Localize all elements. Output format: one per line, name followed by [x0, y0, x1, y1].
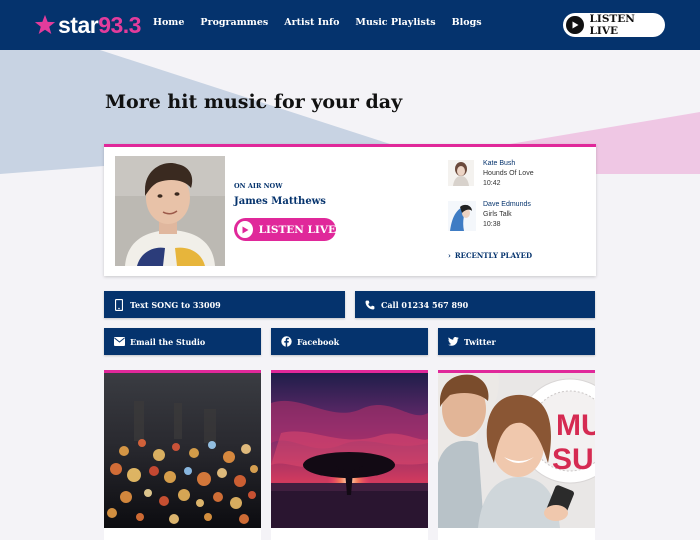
track-title: Hounds Of Love: [483, 170, 534, 177]
track-artist: Kate Bush: [483, 160, 516, 167]
content-card[interactable]: [104, 370, 261, 540]
track-time: 10:38: [483, 221, 501, 228]
facebook-label: Facebook: [297, 336, 340, 347]
listen-live-label: LISTEN LIVE: [589, 13, 635, 37]
album-art: [448, 201, 476, 231]
twitter-button[interactable]: Twitter: [438, 328, 595, 355]
facebook-icon: [279, 335, 293, 349]
card-image-music-survey: MU SUR: [438, 373, 595, 528]
twitter-label: Twitter: [464, 336, 496, 347]
listen-live-button[interactable]: LISTEN LIVE: [563, 13, 665, 37]
card-overlay-text-1: MU: [556, 409, 595, 442]
facebook-button[interactable]: Facebook: [271, 328, 428, 355]
card-overlay-text-2: SUR: [552, 443, 595, 476]
recently-played-label: RECENTLY PLAYED: [454, 251, 533, 260]
star-icon: [34, 14, 56, 34]
phone-icon: [363, 298, 377, 312]
track-artist: Dave Edmunds: [483, 201, 531, 208]
top-navigation: star 93.3 Home Programmes Artist Info Mus…: [0, 0, 700, 50]
recently-played-item[interactable]: Kate Bush Hounds Of Love 10:42: [448, 160, 598, 190]
presenter-name[interactable]: James Matthews: [234, 196, 326, 207]
card-image-tree-sunset: [271, 373, 428, 528]
email-studio-label: Email the Studio: [130, 336, 206, 347]
station-logo[interactable]: star 93.3: [34, 11, 141, 39]
logo-wordmark: star: [58, 11, 99, 38]
track-time: 10:42: [483, 180, 501, 187]
twitter-icon: [446, 335, 460, 349]
nav-artist-info[interactable]: Artist Info: [284, 17, 339, 28]
nav-programmes[interactable]: Programmes: [200, 17, 268, 28]
on-air-label: ON AIR NOW: [234, 182, 283, 190]
mobile-phone-icon: [112, 298, 126, 312]
presenter-photo: [115, 156, 225, 266]
nav-blogs[interactable]: Blogs: [452, 17, 482, 28]
on-air-panel: ON AIR NOW James Matthews LISTEN LIVE Ka…: [104, 144, 596, 276]
recently-played-link[interactable]: › RECENTLY PLAYED: [448, 251, 532, 260]
nav-home[interactable]: Home: [153, 17, 184, 28]
logo-frequency: 93.3: [98, 11, 141, 38]
email-studio-button[interactable]: Email the Studio: [104, 328, 261, 355]
nav-music-playlists[interactable]: Music Playlists: [355, 17, 435, 28]
text-song-button[interactable]: Text SONG to 33009: [104, 291, 345, 318]
chevron-right-icon: ›: [448, 251, 451, 260]
play-icon: [566, 16, 584, 34]
on-air-listen-live-button[interactable]: LISTEN LIVE: [234, 218, 336, 241]
recently-played-item[interactable]: Dave Edmunds Girls Talk 10:38: [448, 201, 598, 231]
call-label: Call 01234 567 890: [381, 299, 469, 310]
envelope-icon: [112, 335, 126, 349]
play-icon: [237, 221, 253, 238]
call-button[interactable]: Call 01234 567 890: [355, 291, 595, 318]
card-image-city-lights: [104, 373, 261, 528]
page-title: More hit music for your day: [105, 91, 403, 113]
content-card[interactable]: MU SUR: [438, 370, 595, 540]
album-art: [448, 160, 474, 186]
track-title: Girls Talk: [483, 211, 512, 218]
on-air-listen-live-label: LISTEN LIVE: [258, 223, 336, 236]
text-song-label: Text SONG to 33009: [130, 299, 221, 310]
content-card[interactable]: [271, 370, 428, 540]
